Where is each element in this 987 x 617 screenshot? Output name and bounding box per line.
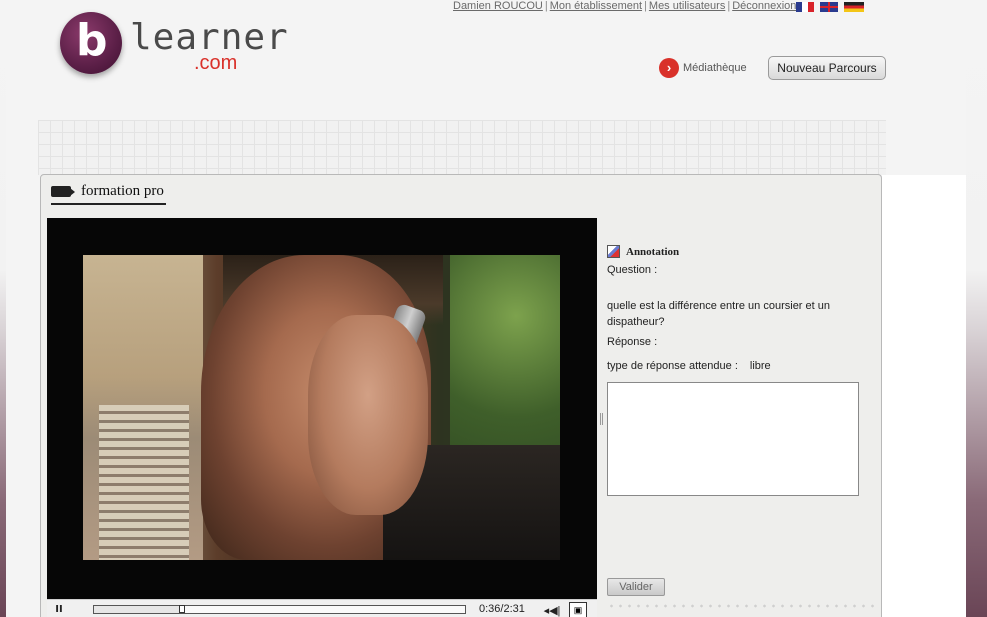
- video-player[interactable]: [47, 218, 597, 617]
- blearner-logo[interactable]: b learner .com: [56, 10, 288, 90]
- response-type: type de réponse attendue : libre: [607, 360, 867, 372]
- annotation-section: Annotation Question : quelle est la diff…: [607, 245, 867, 372]
- film-icon: [51, 185, 75, 197]
- splitter-handle[interactable]: [600, 413, 603, 425]
- new-parcours-button[interactable]: Nouveau Parcours: [768, 56, 886, 80]
- dotted-divider: [607, 603, 877, 609]
- mediatheque-label: Médiathèque: [683, 62, 747, 74]
- logout-link[interactable]: Déconnexion: [732, 0, 796, 12]
- question-label: Question :: [607, 264, 658, 276]
- panel-header: formation pro: [51, 179, 166, 205]
- response-type-label: type de réponse attendue :: [607, 360, 738, 372]
- arrow-right-icon: ›: [659, 58, 679, 78]
- establishment-link[interactable]: Mon établissement: [550, 0, 642, 12]
- seek-bar[interactable]: [93, 605, 466, 614]
- time-display: 0:36/2:31: [479, 603, 525, 615]
- validate-button[interactable]: Valider: [607, 578, 665, 596]
- seek-bar-fill: [94, 606, 183, 613]
- logo-suffix: .com: [194, 52, 238, 74]
- users-link[interactable]: Mes utilisateurs: [649, 0, 725, 12]
- player-controls: II 0:36/2:31 ◂◀| ▣: [47, 599, 597, 617]
- link-separator: |: [727, 0, 731, 12]
- video-background-board: [83, 255, 203, 560]
- question-text: quelle est la différence entre un coursi…: [607, 300, 830, 328]
- uk-flag-icon[interactable]: [820, 2, 838, 12]
- top-user-links: Damien ROUCOU | Mon établissement | Mes util…: [453, 0, 796, 16]
- pause-button[interactable]: II: [47, 601, 71, 617]
- video-person-hand: [308, 315, 428, 515]
- annotation-title: Annotation: [626, 245, 680, 258]
- logo-letter: b: [76, 15, 108, 66]
- seek-handle[interactable]: [178, 605, 185, 613]
- link-separator: |: [544, 0, 548, 12]
- fr-flag-icon[interactable]: [796, 2, 814, 12]
- response-type-value: libre: [749, 360, 771, 372]
- answer-field[interactable]: [607, 382, 859, 496]
- grid-banner: [38, 120, 886, 175]
- user-name-link[interactable]: Damien ROUCOU: [453, 0, 543, 12]
- annotation-header: Annotation: [607, 245, 867, 258]
- panel-title: formation pro: [81, 182, 164, 199]
- fullscreen-icon[interactable]: ▣: [569, 602, 587, 617]
- annotation-icon: [607, 245, 620, 258]
- volume-icon[interactable]: ◂◀|: [541, 600, 563, 617]
- mediatheque-link[interactable]: › Médiathèque: [659, 58, 747, 78]
- link-separator: |: [644, 0, 647, 12]
- language-flags: [796, 2, 864, 12]
- video-frame[interactable]: [83, 255, 560, 560]
- right-background: [882, 175, 966, 617]
- de-flag-icon[interactable]: [844, 2, 864, 12]
- formation-panel: formation pro II 0:36/2:31 ◂◀| ▣ Annotat…: [40, 174, 882, 617]
- response-label: Réponse :: [607, 336, 658, 348]
